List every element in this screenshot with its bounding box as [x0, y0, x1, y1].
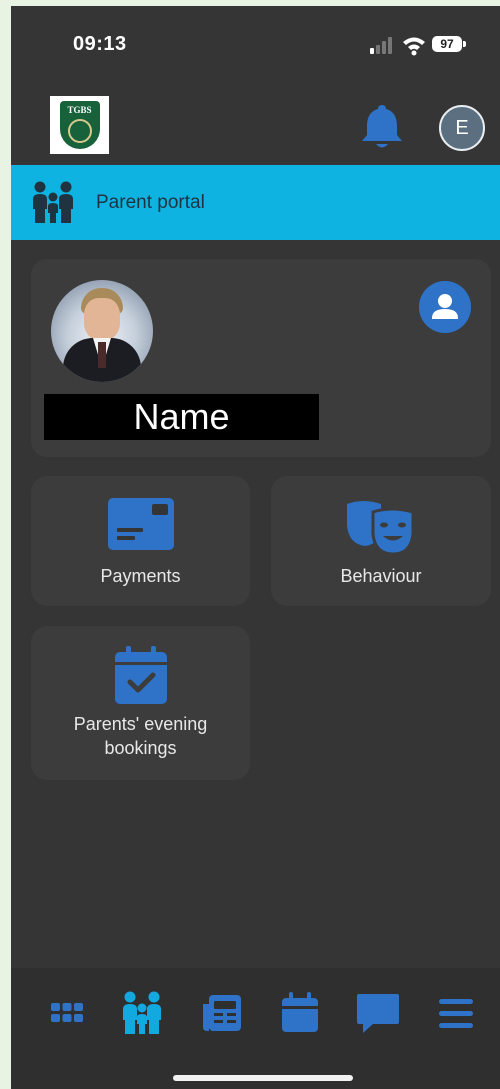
- logo-crest: [67, 119, 92, 143]
- menu-icon[interactable]: [433, 990, 479, 1036]
- school-logo[interactable]: TGBS: [50, 96, 109, 154]
- payments-label: Payments: [100, 566, 181, 586]
- home-indicator[interactable]: [173, 1075, 353, 1081]
- student-photo: [51, 280, 153, 382]
- chat-icon[interactable]: [355, 990, 401, 1036]
- student-name: Name: [44, 394, 319, 440]
- calendar-check-icon: [114, 646, 167, 704]
- calendar-icon[interactable]: [277, 990, 323, 1036]
- student-profile-card[interactable]: Name: [31, 259, 491, 457]
- signal-icon: [370, 37, 392, 54]
- portal-bar[interactable]: Parent portal: [11, 165, 500, 240]
- payments-tile[interactable]: Payments: [31, 476, 250, 606]
- behaviour-label: Behaviour: [340, 566, 422, 586]
- bottom-nav: [11, 968, 500, 1089]
- battery-icon: 97: [432, 36, 462, 52]
- family-nav-icon[interactable]: [119, 990, 165, 1036]
- parents-evening-tile[interactable]: Parents' evening bookings: [31, 626, 250, 780]
- credit-card-icon: [107, 498, 174, 550]
- grid-icon[interactable]: [44, 990, 90, 1036]
- status-icons: 97: [369, 34, 479, 56]
- behaviour-tile[interactable]: Behaviour: [271, 476, 491, 606]
- status-time: 09:13: [73, 33, 127, 55]
- user-profile-icon[interactable]: [419, 281, 471, 333]
- app-screen: 09:13 97 TGBS E Parent portal Name Payme…: [11, 6, 500, 1089]
- parents-evening-label: Parents' evening bookings: [73, 714, 208, 758]
- battery-nub: [463, 41, 466, 47]
- logo-shield: TGBS: [59, 101, 100, 149]
- logo-text: TGBS: [67, 105, 92, 115]
- newspaper-icon[interactable]: [199, 990, 245, 1036]
- bell-icon[interactable]: [360, 102, 404, 152]
- portal-label: Parent portal: [96, 192, 205, 213]
- family-icon: [33, 181, 73, 223]
- theater-masks-icon: [347, 501, 415, 556]
- account-avatar[interactable]: E: [439, 105, 485, 151]
- wifi-icon: [403, 37, 425, 56]
